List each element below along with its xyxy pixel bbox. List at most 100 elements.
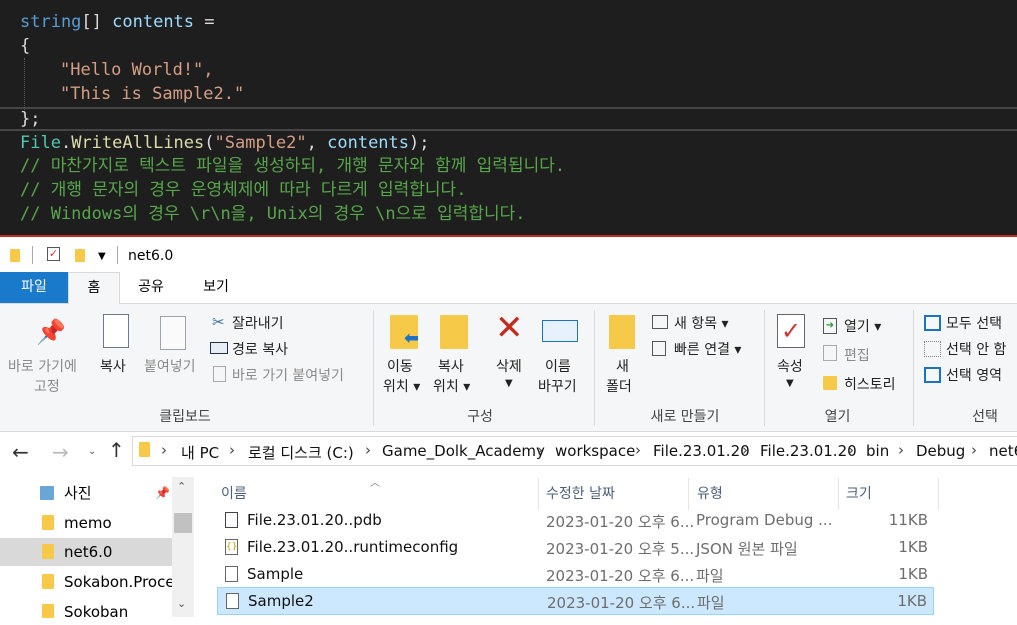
select-none-icon (924, 341, 941, 357)
breadcrumb-separator-icon[interactable]: › (635, 441, 641, 459)
delete-button[interactable]: 삭제 (496, 356, 522, 376)
code-line-3: "Hello World!", (60, 60, 214, 80)
column-header-name[interactable]: 이름 (221, 483, 247, 503)
easy-access-icon (652, 341, 666, 356)
new-group-label: 새로 만들기 (650, 409, 720, 425)
back-arrow-icon[interactable]: ← (12, 440, 29, 464)
new-item-button[interactable]: 새 항목 ▾ (674, 313, 729, 333)
select-group-label: 선택 (972, 409, 998, 425)
breadcrumb-debug[interactable]: Debug (916, 442, 965, 460)
column-divider[interactable] (538, 478, 539, 510)
scrollbar-thumb[interactable] (174, 513, 192, 533)
pin-label-2[interactable]: 고정 (34, 376, 60, 396)
breadcrumb-bin[interactable]: bin (866, 442, 889, 460)
new-folder-label-2[interactable]: 폴더 (606, 376, 632, 396)
invert-selection-button[interactable]: 선택 영역 (946, 365, 1002, 385)
recent-locations-chevron-icon[interactable]: ⌄ (88, 446, 96, 457)
pdb-file-icon (225, 512, 238, 528)
scroll-down-chevron-icon[interactable]: ⌄ (177, 597, 186, 610)
new-folder-icon (609, 315, 635, 349)
current-line-highlight (0, 107, 1017, 131)
nav-item-label: Sokoban (64, 603, 129, 618)
breadcrumb-workspace[interactable]: workspace (555, 442, 635, 460)
file-size: 11KB (888, 511, 928, 529)
tab-file[interactable]: 파일 (0, 272, 68, 303)
column-divider[interactable] (938, 478, 939, 510)
cut-button[interactable]: 잘라내기 (232, 313, 284, 333)
pin-label-1[interactable]: 바로 가기에 (8, 356, 77, 376)
sort-chevron-icon: ︿ (370, 478, 380, 489)
column-divider[interactable] (688, 478, 689, 510)
rename-label-1[interactable]: 이름 (545, 356, 571, 376)
tab-share[interactable]: 공유 (124, 272, 178, 303)
history-button[interactable]: 히스토리 (844, 374, 896, 394)
open-button[interactable]: 열기 ▾ (844, 316, 881, 336)
file-icon (226, 593, 239, 609)
breadcrumb-project[interactable]: File.23.01.20 (653, 442, 750, 460)
edit-button[interactable]: 편집 (844, 345, 870, 365)
breadcrumb-separator-icon[interactable]: › (365, 441, 371, 459)
copy-to-label-1[interactable]: 복사 (438, 356, 464, 376)
copy-to-label-2[interactable]: 위치 ▾ (433, 376, 470, 396)
select-all-button[interactable]: 모두 선택 (946, 313, 1002, 333)
up-arrow-icon[interactable]: ↑ (108, 438, 125, 462)
tab-home[interactable]: 홈 (68, 272, 120, 305)
new-folder-quick-icon[interactable] (75, 249, 85, 262)
code-line-4: "This is Sample2." (60, 84, 245, 104)
file-row[interactable]: Sample 2023-01-20 오후 6... 파일 1KB (217, 561, 934, 588)
breadcrumb-separator-icon[interactable]: › (971, 441, 977, 459)
file-date: 2023-01-20 오후 6... (546, 513, 695, 531)
breadcrumb-project-sub[interactable]: File.23.01.20 (760, 442, 857, 460)
nav-item-pictures[interactable]: 사진 📌 (0, 479, 172, 507)
file-size: 1KB (898, 565, 928, 583)
column-divider[interactable] (838, 478, 839, 510)
nav-scrollbar[interactable] (172, 477, 194, 617)
breadcrumb-separator-icon[interactable]: › (161, 441, 167, 459)
move-to-label-1[interactable]: 이동 (387, 356, 413, 376)
pin-icon: 📌 (36, 318, 66, 346)
breadcrumb-separator-icon[interactable]: › (848, 441, 854, 459)
properties-button[interactable]: 속성 (777, 356, 803, 376)
breadcrumb-net6[interactable]: net6 (989, 442, 1017, 460)
nav-item-net6[interactable]: net6.0 (0, 538, 172, 566)
file-row[interactable]: File.23.01.20..pdb 2023-01-20 오후 6... Pr… (217, 507, 934, 534)
paste-shortcut-icon (213, 366, 226, 382)
customize-toolbar-chevron-icon[interactable]: ▼ (98, 251, 106, 262)
file-row[interactable]: {} File.23.01.20..runtimeconfig 2023-01-… (217, 534, 934, 561)
file-row-selected[interactable]: Sample2 2023-01-20 오후 6... 파일 1KB (217, 587, 934, 615)
group-separator (913, 310, 914, 426)
copy-path-button[interactable]: 경로 복사 (232, 339, 288, 359)
new-folder-label-1[interactable]: 새 (616, 356, 629, 376)
paste-button[interactable]: 붙여넣기 (144, 356, 196, 376)
breadcrumb-separator-icon[interactable]: › (898, 441, 904, 459)
tab-view[interactable]: 보기 (188, 272, 244, 303)
breadcrumb-local-disk[interactable]: 로컬 디스크 (C:) (248, 442, 354, 463)
column-header-size[interactable]: 크기 (846, 483, 872, 503)
properties-dropdown-chevron-icon[interactable]: ▼ (786, 378, 794, 389)
nav-item-memo[interactable]: memo (0, 509, 172, 537)
paste-shortcut-button[interactable]: 바로 가기 붙여넣기 (232, 365, 344, 385)
move-to-label-2[interactable]: 위치 ▾ (383, 376, 420, 396)
select-none-button[interactable]: 선택 안 함 (946, 339, 1006, 359)
scroll-up-chevron-icon[interactable]: ⌃ (177, 480, 186, 493)
pin-icon: 📌 (155, 486, 170, 500)
copy-button[interactable]: 복사 (100, 356, 126, 376)
column-header-date[interactable]: 수정한 날짜 (546, 483, 615, 503)
forward-arrow-icon[interactable]: → (52, 440, 69, 464)
indent-guide (24, 58, 25, 110)
clipboard-group-label: 클립보드 (159, 409, 211, 425)
breadcrumb-separator-icon[interactable]: › (742, 441, 748, 459)
column-header-type[interactable]: 유형 (697, 483, 723, 503)
file-date: 2023-01-20 오후 5... (546, 540, 695, 558)
nav-item-sokabon-process[interactable]: Sokabon.Proces (0, 568, 172, 596)
breadcrumb-separator-icon[interactable]: › (229, 441, 235, 459)
breadcrumb-this-pc[interactable]: 내 PC (181, 442, 219, 463)
breadcrumb-separator-icon[interactable]: › (537, 441, 543, 459)
properties-quick-icon[interactable]: ✓ (47, 247, 60, 261)
breadcrumb-game-dolk-academy[interactable]: Game_Dolk_Academy (382, 442, 545, 460)
group-separator (594, 310, 595, 426)
easy-access-button[interactable]: 빠른 연결 ▾ (674, 339, 741, 359)
rename-label-2[interactable]: 바꾸기 (538, 376, 577, 396)
nav-item-sokoban[interactable]: Sokoban (0, 598, 172, 618)
delete-dropdown-chevron-icon[interactable]: ▼ (505, 378, 513, 389)
